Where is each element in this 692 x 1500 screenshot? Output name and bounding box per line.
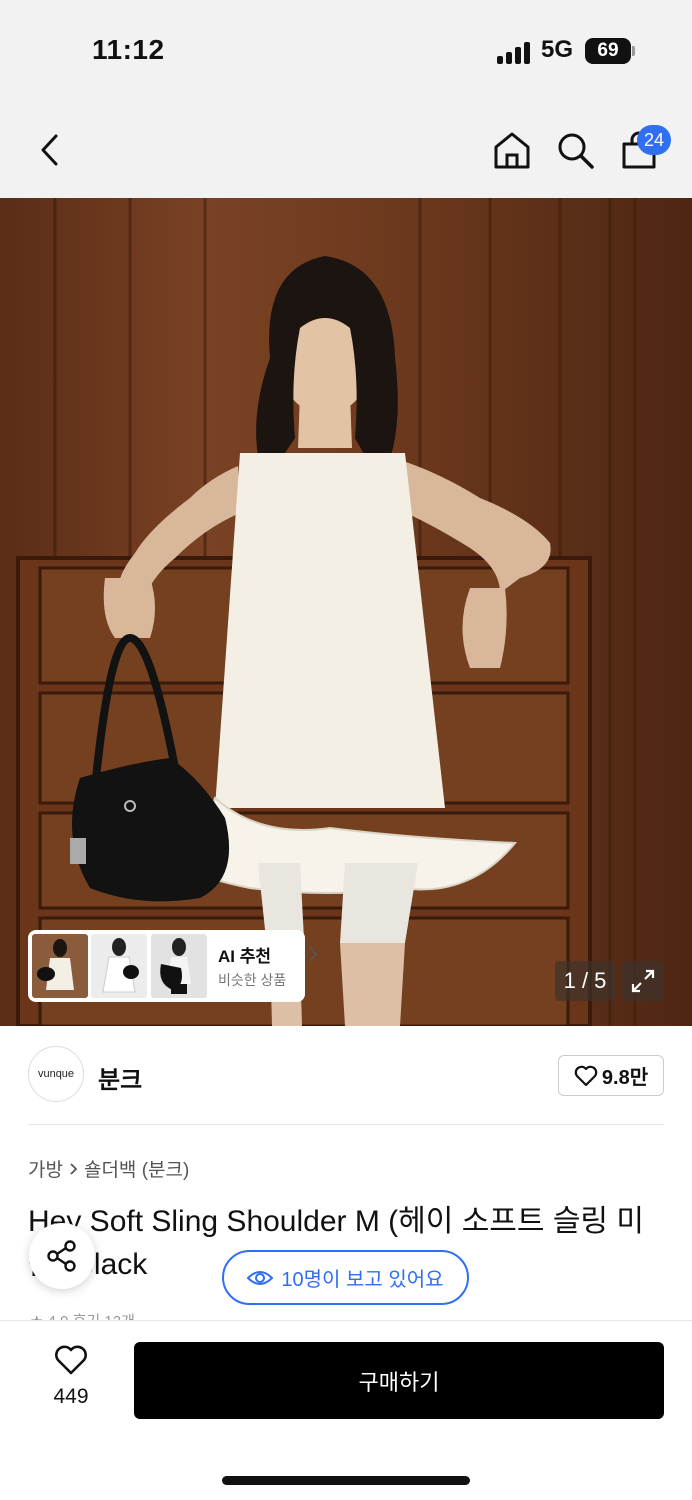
heart-icon — [55, 1345, 87, 1375]
wish-button[interactable]: 449 — [40, 1344, 102, 1409]
chevron-right-icon — [70, 1162, 78, 1175]
ai-recommend-card[interactable]: AI 추천 비슷한 상품 — [28, 930, 318, 1002]
viewers-label: 10명이 보고 있어요 — [281, 1269, 444, 1291]
chevron-right-icon — [309, 946, 318, 962]
ai-thumb-3[interactable] — [151, 934, 207, 998]
back-button[interactable] — [28, 124, 72, 176]
home-icon — [494, 132, 530, 169]
heart-icon — [574, 1065, 598, 1086]
expand-icon — [631, 969, 655, 993]
brand-like-button[interactable]: 9.8만 — [558, 1055, 664, 1096]
search-icon — [558, 133, 594, 169]
brand-name[interactable]: 분크 — [98, 1060, 142, 1095]
network-type: 5G — [541, 36, 574, 63]
cart-badge: 24 — [637, 125, 671, 155]
back-icon — [41, 134, 58, 166]
viewers-badge: 10명이 보고 있어요 — [222, 1250, 469, 1305]
buy-button[interactable]: 구매하기 — [134, 1342, 664, 1419]
product-photo — [0, 198, 692, 1026]
battery-icon: 69 — [585, 38, 631, 64]
product-image[interactable] — [0, 198, 692, 1026]
breadcrumb-category[interactable]: 가방 — [28, 1155, 63, 1182]
brand-like-count: 9.8만 — [601, 1067, 649, 1089]
status-bar: 11:12 5G 69 — [0, 0, 692, 100]
breadcrumb: 가방 숄더백 (분크) — [28, 1155, 189, 1182]
wish-count: 449 — [53, 1385, 89, 1408]
home-indicator — [222, 1476, 470, 1485]
divider — [28, 1124, 664, 1125]
brand-logo[interactable]: vunque — [28, 1046, 84, 1102]
image-counter: 1 / 5 — [555, 961, 615, 1001]
signal-icon — [497, 42, 533, 64]
eye-icon — [247, 1270, 274, 1285]
battery-tip — [632, 46, 635, 56]
expand-button[interactable] — [622, 961, 664, 1001]
search-button[interactable] — [553, 124, 597, 176]
breadcrumb-subcategory[interactable]: 숄더백 (분크) — [84, 1155, 189, 1182]
ai-recommend-title: AI 추천 — [218, 947, 272, 966]
share-icon — [47, 1240, 76, 1272]
ai-thumb-1[interactable] — [32, 934, 88, 998]
ai-thumb-2[interactable] — [91, 934, 147, 998]
status-time: 11:12 — [92, 34, 165, 65]
share-button[interactable] — [29, 1223, 95, 1289]
ai-recommend-subtitle: 비슷한 상품 — [218, 972, 287, 988]
home-button[interactable] — [490, 124, 534, 176]
